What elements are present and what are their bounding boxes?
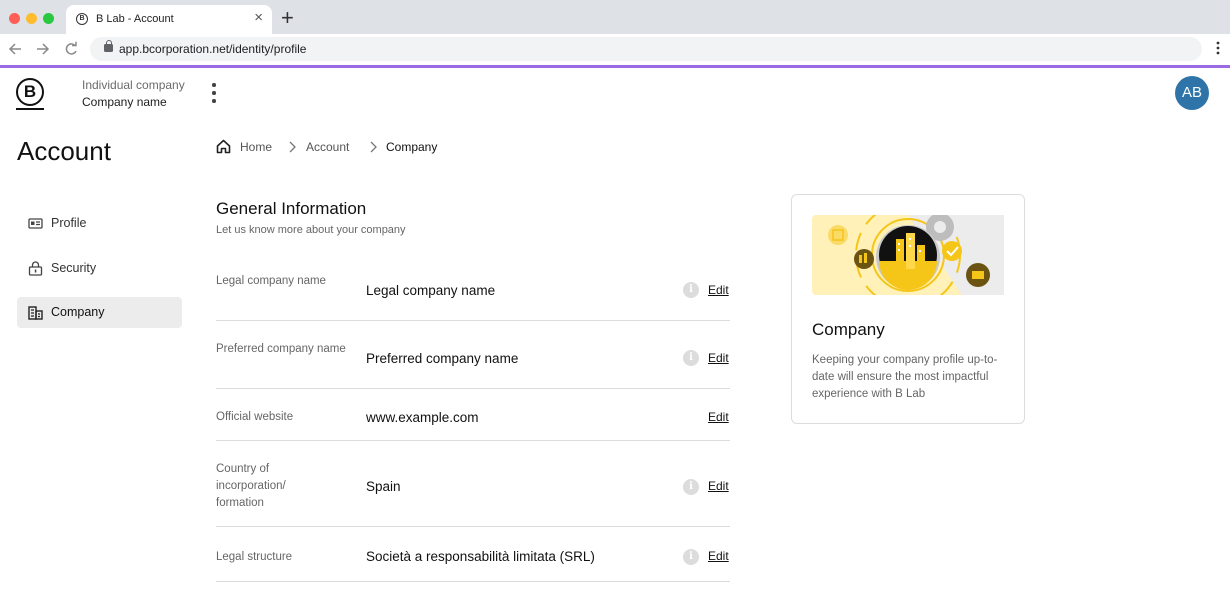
chevron-right-icon	[370, 141, 377, 153]
b-lab-logo[interactable]: B	[16, 78, 46, 110]
field-label: Country of incorporation/ formation	[216, 463, 286, 509]
tab-title: B Lab - Account	[96, 13, 174, 25]
accent-bar	[0, 65, 1230, 68]
padlock-icon	[28, 261, 43, 276]
breadcrumb-home[interactable]: Home	[240, 140, 272, 154]
info-icon[interactable]: i	[683, 549, 699, 565]
sidebar-item-profile[interactable]: Profile	[17, 208, 182, 239]
sidebar-item-company[interactable]: Company	[17, 297, 182, 328]
b-logo-mark: B	[16, 78, 44, 106]
field-row-preferred-company-name: Preferred company name Preferred company…	[216, 321, 730, 389]
field-label: Official website	[216, 411, 294, 423]
sidebar-item-label: Company	[51, 305, 105, 319]
page-title: Account	[17, 136, 111, 166]
field-value: Preferred company name	[366, 351, 519, 366]
section-subtitle: Let us know more about your company	[216, 224, 406, 236]
field-value: Società a responsabilità limitata (SRL)	[366, 549, 595, 564]
company-type-label: Individual company	[82, 78, 185, 92]
section-title: General Information	[216, 199, 367, 218]
close-tab-icon[interactable]: ×	[254, 10, 263, 26]
sidebar-item-label: Security	[51, 261, 97, 275]
sidebar-item-security[interactable]: Security	[17, 253, 182, 284]
company-illustration	[812, 215, 1004, 295]
user-avatar[interactable]: AB	[1175, 76, 1209, 110]
field-label: Legal structure	[216, 551, 293, 563]
address-bar[interactable]: app.bcorporation.net/identity/profile	[90, 37, 1202, 61]
field-value: Legal company name	[366, 283, 496, 298]
breadcrumb-current: Company	[386, 140, 438, 154]
chevron-right-icon	[289, 141, 296, 153]
browser-toolbar: app.bcorporation.net/identity/profile	[0, 34, 1230, 65]
company-menu-icon[interactable]	[208, 80, 220, 106]
card-title: Company	[812, 320, 885, 339]
edit-country-link[interactable]: Edit	[708, 479, 729, 493]
sidebar-item-label: Profile	[51, 216, 87, 230]
url-text[interactable]: app.bcorporation.net/identity/profile	[119, 42, 306, 56]
edit-legal-structure-link[interactable]: Edit	[708, 549, 729, 563]
b-lab-favicon-icon: B	[76, 13, 88, 25]
building-icon	[28, 306, 43, 320]
browser-menu-icon[interactable]	[1215, 39, 1221, 57]
edit-legal-company-name-link[interactable]: Edit	[708, 283, 729, 297]
id-card-icon	[28, 218, 43, 229]
field-row-official-website: Official website www.example.com Edit	[216, 389, 730, 441]
browser-tab-strip: B B Lab - Account × +	[0, 0, 1230, 34]
b-logo-underline	[16, 108, 44, 110]
edit-official-website-link[interactable]: Edit	[708, 410, 729, 424]
company-info-card: Company Keeping your company profile up-…	[791, 194, 1025, 424]
window-close-button[interactable]	[9, 13, 20, 24]
window-maximize-button[interactable]	[43, 13, 54, 24]
field-row-legal-company-name: Legal company name Legal company name i …	[216, 262, 730, 321]
edit-preferred-company-name-link[interactable]: Edit	[708, 351, 729, 365]
field-row-legal-structure: Legal structure Società a responsabilità…	[216, 527, 730, 582]
field-label: Legal company name	[216, 275, 326, 287]
info-icon[interactable]: i	[683, 350, 699, 366]
field-value: Spain	[366, 479, 401, 494]
info-icon[interactable]: i	[683, 479, 699, 495]
browser-tab[interactable]: B B Lab - Account ×	[66, 5, 272, 34]
field-value: www.example.com	[366, 410, 479, 425]
company-name-label: Company name	[82, 95, 167, 109]
lock-icon	[104, 40, 113, 52]
new-tab-icon[interactable]: +	[281, 6, 294, 30]
window-minimize-button[interactable]	[26, 13, 37, 24]
breadcrumb-account[interactable]: Account	[306, 140, 349, 154]
home-icon[interactable]	[216, 139, 231, 154]
card-description: Keeping your company profile up-to-date …	[812, 354, 998, 400]
field-label: Preferred company name	[216, 343, 346, 355]
reload-icon[interactable]	[63, 40, 79, 58]
back-arrow-icon[interactable]	[7, 40, 23, 58]
field-row-country-of-incorporation: Country of incorporation/ formation Spai…	[216, 441, 730, 527]
info-icon[interactable]: i	[683, 282, 699, 298]
forward-arrow-icon[interactable]	[35, 40, 51, 58]
